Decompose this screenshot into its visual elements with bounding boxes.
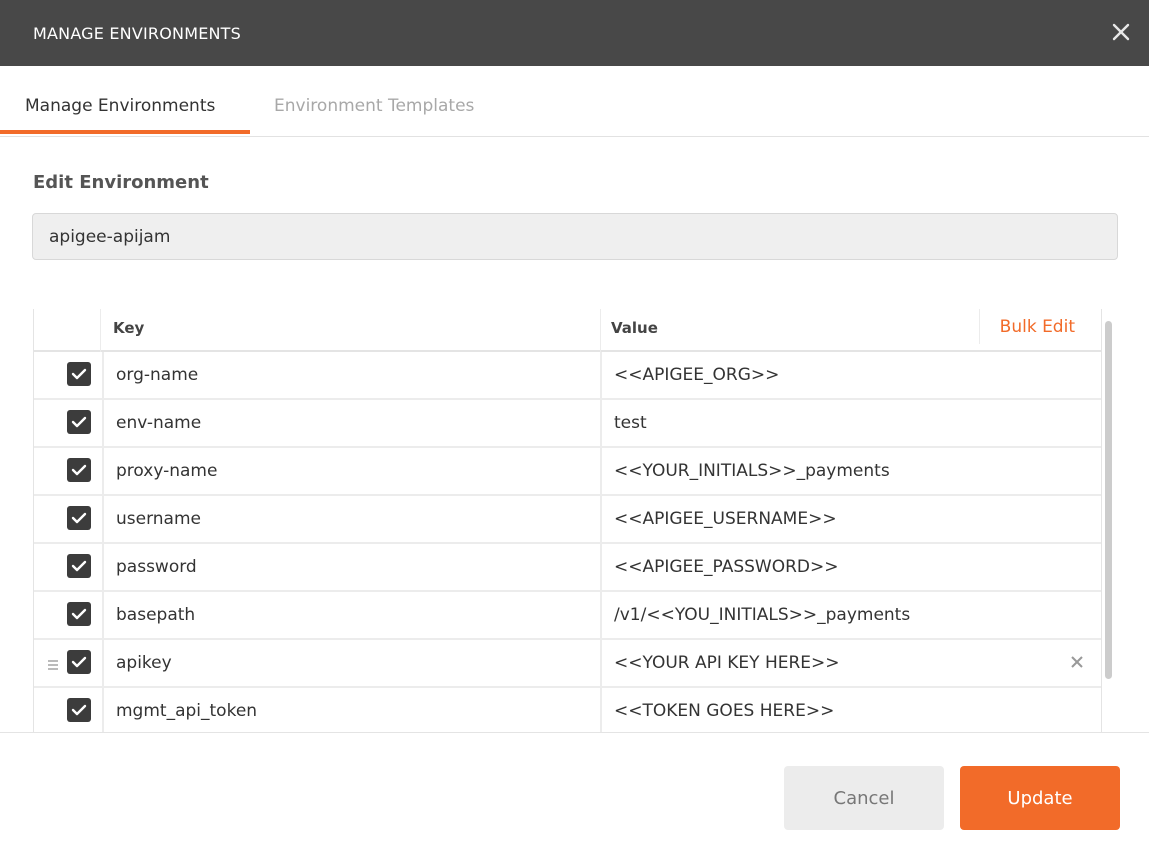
checkmark-icon (71, 368, 87, 380)
row-value-cell[interactable]: <<YOUR_INITIALS>>_payments (600, 448, 1099, 494)
dialog-title: MANAGE ENVIRONMENTS (33, 24, 242, 43)
row-check-cell (34, 496, 100, 542)
row-value-text: <<YOUR_INITIALS>>_payments (614, 461, 890, 481)
row-enabled-checkbox[interactable] (67, 602, 91, 626)
cancel-button[interactable]: Cancel (784, 766, 944, 830)
row-value-text: <<APIGEE_PASSWORD>> (614, 557, 839, 577)
row-value-cell[interactable]: <<APIGEE_USERNAME>> (600, 496, 1099, 542)
table-row: org-name <<APIGEE_ORG>> (34, 352, 1101, 400)
bulk-edit-link[interactable]: Bulk Edit (1000, 317, 1075, 337)
edit-environment-heading: Edit Environment (33, 172, 209, 193)
row-key-cell[interactable]: env-name (102, 400, 600, 446)
row-value-text: <<APIGEE_USERNAME>> (614, 509, 837, 529)
table-header: Key Value Bulk Edit (34, 309, 1101, 352)
table-scrollbar[interactable] (1101, 309, 1117, 732)
row-enabled-checkbox[interactable] (67, 362, 91, 386)
checkmark-icon (71, 704, 87, 716)
checkmark-icon (71, 464, 87, 476)
row-key-text: env-name (116, 413, 202, 433)
row-enabled-checkbox[interactable] (67, 458, 91, 482)
scrollbar-thumb[interactable] (1105, 321, 1112, 679)
active-tab-indicator (0, 130, 250, 134)
row-value-cell[interactable]: <<TOKEN GOES HERE>> (600, 688, 1099, 732)
row-key-text: basepath (116, 605, 196, 625)
row-value-text: test (614, 413, 647, 433)
row-value-text: <<TOKEN GOES HERE>> (614, 701, 835, 721)
footer-divider (0, 732, 1149, 733)
table-row: basepath/v1/<<YOU_INITIALS>>_payments (34, 592, 1101, 640)
row-check-cell (34, 640, 100, 686)
row-enabled-checkbox[interactable] (67, 650, 91, 674)
value-column-header: Value (611, 319, 658, 337)
row-check-cell (34, 592, 100, 638)
row-check-cell (34, 400, 100, 446)
row-value-cell[interactable]: <<APIGEE_PASSWORD>> (600, 544, 1099, 590)
tab-manage-environments[interactable]: Manage Environments (25, 96, 215, 116)
row-enabled-checkbox[interactable] (67, 554, 91, 578)
row-check-cell (34, 352, 100, 398)
row-key-cell[interactable]: username (102, 496, 600, 542)
row-value-text: <<YOUR API KEY HERE>> (614, 653, 840, 673)
drag-handle-icon[interactable] (47, 656, 59, 670)
row-value-cell[interactable]: test (600, 400, 1099, 446)
row-key-cell[interactable]: org-name (102, 352, 600, 398)
table-row: proxy-name <<YOUR_INITIALS>>_payments (34, 448, 1101, 496)
row-check-cell (34, 448, 100, 494)
row-key-text: org-name (116, 365, 199, 385)
row-key-cell[interactable]: password (102, 544, 600, 590)
row-check-cell (34, 544, 100, 590)
row-enabled-checkbox[interactable] (67, 410, 91, 434)
delete-row-icon[interactable] (1069, 654, 1085, 670)
tab-bar: Manage Environments Environment Template… (0, 66, 1149, 137)
table-row: apikey <<YOUR API KEY HERE>> (34, 640, 1101, 688)
update-button[interactable]: Update (960, 766, 1120, 830)
variables-table: Key Value Bulk Edit org-name <<APIGEE_ORG… (33, 309, 1102, 732)
row-key-text: proxy-name (116, 461, 218, 481)
table-row: env-name test (34, 400, 1101, 448)
row-key-text: mgmt_api_token (116, 701, 258, 721)
row-value-text: <<APIGEE_ORG>> (614, 365, 780, 385)
row-value-text: /v1/<<YOU_INITIALS>>_payments (614, 605, 911, 625)
table-row: password <<APIGEE_PASSWORD>> (34, 544, 1101, 592)
row-key-cell[interactable]: proxy-name (102, 448, 600, 494)
row-key-text: username (116, 509, 201, 529)
row-enabled-checkbox[interactable] (67, 506, 91, 530)
checkmark-icon (71, 512, 87, 524)
row-key-cell[interactable]: apikey (102, 640, 600, 686)
row-check-cell (34, 688, 100, 732)
dialog-titlebar: MANAGE ENVIRONMENTS (0, 0, 1149, 66)
row-enabled-checkbox[interactable] (67, 698, 91, 722)
row-value-cell[interactable]: <<APIGEE_ORG>> (600, 352, 1099, 398)
close-icon[interactable] (1107, 18, 1135, 46)
table-row: mgmt_api_token <<TOKEN GOES HERE>> (34, 688, 1101, 732)
row-key-cell[interactable]: basepath (102, 592, 600, 638)
tab-environment-templates[interactable]: Environment Templates (274, 96, 474, 116)
key-column-header: Key (113, 319, 145, 337)
row-value-cell[interactable]: <<YOUR API KEY HERE>> (600, 640, 1099, 686)
table-row: username <<APIGEE_USERNAME>> (34, 496, 1101, 544)
row-key-text: apikey (116, 653, 172, 673)
row-key-cell[interactable]: mgmt_api_token (102, 688, 600, 732)
row-key-text: password (116, 557, 197, 577)
checkmark-icon (71, 608, 87, 620)
row-value-cell[interactable]: /v1/<<YOU_INITIALS>>_payments (600, 592, 1099, 638)
checkmark-icon (71, 656, 87, 668)
checkmark-icon (71, 560, 87, 572)
environment-name-input[interactable] (32, 213, 1118, 260)
checkmark-icon (71, 416, 87, 428)
